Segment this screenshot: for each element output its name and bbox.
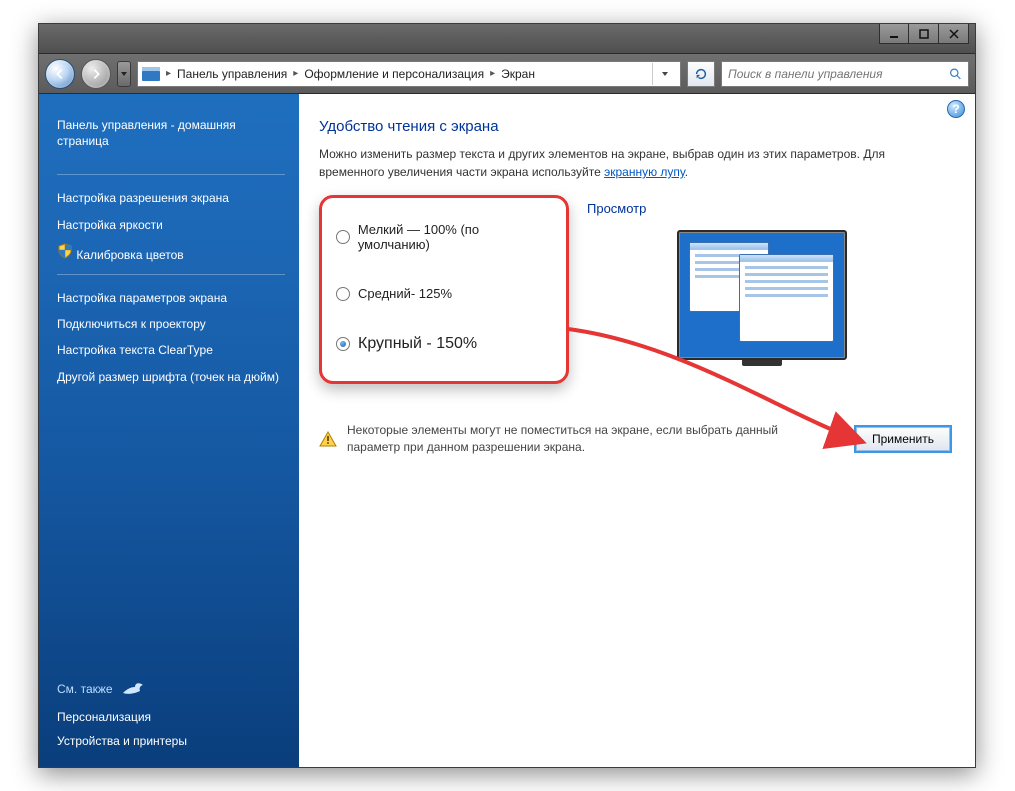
lead-text: Можно изменить размер текста и других эл… xyxy=(319,145,939,181)
dpi-option-large[interactable]: Крупный - 150% xyxy=(336,335,552,353)
maximize-button[interactable] xyxy=(909,24,939,44)
breadcrumb[interactable]: Панель управления xyxy=(177,67,287,81)
help-icon[interactable]: ? xyxy=(947,100,965,118)
breadcrumb[interactable]: Экран xyxy=(501,67,535,81)
address-bar[interactable]: ▸ Панель управления ▸ Оформление и персо… xyxy=(137,61,681,87)
sidebar-item-display-params[interactable]: Настройка параметров экрана xyxy=(57,285,285,311)
preview-monitor xyxy=(677,230,847,360)
control-panel-window: ▸ Панель управления ▸ Оформление и персо… xyxy=(38,23,976,768)
dpi-option-medium[interactable]: Средний- 125% xyxy=(336,286,552,301)
sidebar-item-calibrate[interactable]: Калибровка цветов xyxy=(57,238,285,268)
sidebar-item-label: Настройка яркости xyxy=(57,218,163,232)
titlebar xyxy=(39,24,975,54)
dpi-option-label: Крупный - 150% xyxy=(358,335,477,353)
preview-window xyxy=(739,254,834,342)
divider xyxy=(57,274,285,275)
back-button[interactable] xyxy=(45,59,75,89)
page-title: Удобство чтения с экрана xyxy=(319,118,951,135)
radio-icon xyxy=(336,287,350,301)
minimize-button[interactable] xyxy=(879,24,909,44)
warning-row: Некоторые элементы могут не поместиться … xyxy=(319,422,951,457)
search-icon xyxy=(949,67,962,81)
radio-icon xyxy=(336,230,350,244)
sidebar-item-label: Калибровка цветов xyxy=(76,248,183,262)
lead-pre: Можно изменить размер текста и других эл… xyxy=(319,147,885,179)
dpi-option-label: Мелкий — 100% (по умолчанию) xyxy=(358,222,552,252)
dpi-options-group: Мелкий — 100% (по умолчанию) Средний- 12… xyxy=(319,195,569,384)
bird-icon xyxy=(121,679,149,699)
warning-text: Некоторые элементы могут не поместиться … xyxy=(347,422,827,457)
sidebar-home-link[interactable]: Панель управления - домашняя страница xyxy=(57,112,285,154)
sidebar: Панель управления - домашняя страница На… xyxy=(39,94,299,767)
divider xyxy=(57,174,285,175)
navbar: ▸ Панель управления ▸ Оформление и персо… xyxy=(39,54,975,94)
close-button[interactable] xyxy=(939,24,969,44)
see-also-devices[interactable]: Устройства и принтеры xyxy=(57,729,285,753)
content-pane: ? Удобство чтения с экрана Можно изменит… xyxy=(299,94,975,767)
see-also-heading: См. также xyxy=(57,679,285,699)
sidebar-item-resolution[interactable]: Настройка разрешения экрана xyxy=(57,185,285,211)
shield-icon xyxy=(57,243,73,259)
search-field[interactable] xyxy=(721,61,969,87)
radio-icon xyxy=(336,337,350,351)
dpi-option-small[interactable]: Мелкий — 100% (по умолчанию) xyxy=(336,222,552,252)
forward-button[interactable] xyxy=(81,59,111,89)
sidebar-item-label: Другой размер шрифта (точек на дюйм) xyxy=(57,370,279,384)
warning-icon xyxy=(319,430,337,448)
preview-column: Просмотр xyxy=(587,195,951,360)
breadcrumb[interactable]: Оформление и персонализация xyxy=(304,67,484,81)
apply-button[interactable]: Применить xyxy=(855,426,951,452)
see-also-personalization[interactable]: Персонализация xyxy=(57,705,285,729)
magnifier-link[interactable]: экранную лупу xyxy=(604,165,685,179)
see-also-label: См. также xyxy=(57,682,113,696)
preview-label: Просмотр xyxy=(587,201,951,216)
address-dropdown[interactable] xyxy=(652,63,676,85)
sidebar-item-brightness[interactable]: Настройка яркости xyxy=(57,212,285,238)
sidebar-item-dpi[interactable]: Другой размер шрифта (точек на дюйм) xyxy=(57,364,285,390)
sidebar-item-projector[interactable]: Подключиться к проектору xyxy=(57,311,285,337)
chevron-right-icon: ▸ xyxy=(164,68,173,79)
sidebar-item-label: Настройка разрешения экрана xyxy=(57,191,229,205)
sidebar-item-label: Настройка текста ClearType xyxy=(57,343,213,357)
chevron-right-icon: ▸ xyxy=(488,68,497,79)
dpi-option-label: Средний- 125% xyxy=(358,286,452,301)
refresh-button[interactable] xyxy=(687,61,715,87)
nav-history-dropdown[interactable] xyxy=(117,61,131,87)
search-input[interactable] xyxy=(728,67,945,81)
sidebar-item-label: Настройка параметров экрана xyxy=(57,291,227,305)
control-panel-icon xyxy=(142,67,160,81)
sidebar-item-cleartype[interactable]: Настройка текста ClearType xyxy=(57,337,285,363)
sidebar-item-label: Подключиться к проектору xyxy=(57,317,206,331)
chevron-right-icon: ▸ xyxy=(291,68,300,79)
lead-post: . xyxy=(685,165,688,179)
